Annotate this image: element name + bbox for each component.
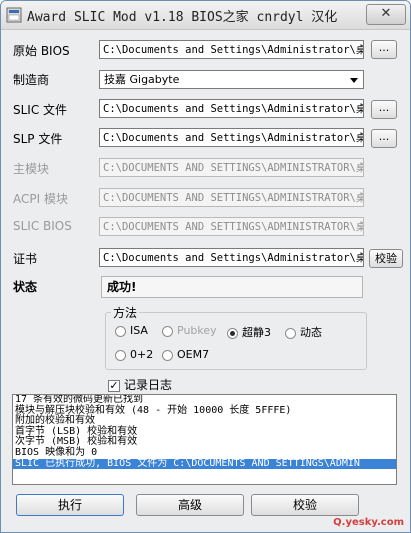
radio-label: ISA xyxy=(130,324,148,337)
title-bar: Award SLIC Mod v1.18 BIOS之家 cnrdyl 汉化 ✕ xyxy=(1,1,410,30)
radio-label: 0+2 xyxy=(130,348,154,361)
acpi-module-label: ACPI 模块 xyxy=(13,192,68,206)
radio-circle-icon xyxy=(115,349,126,361)
log-line-selected: SLIC 已执行成功, BIOS 文件为 C:\DOCUMENTS AND SE… xyxy=(13,458,396,470)
original-bios-label: 原始 BIOS xyxy=(13,44,70,58)
radio-circle-icon xyxy=(285,327,296,339)
manufacturer-label: 制造商 xyxy=(13,73,50,87)
method-radio-isa[interactable]: ISA xyxy=(115,324,148,337)
method-radio-dynamic[interactable]: 动态 xyxy=(285,324,322,340)
method-radio-pubkey: Pubkey xyxy=(162,324,217,337)
watermark-logo: Q.yesky.com xyxy=(333,517,404,528)
log-checkbox-row[interactable]: ✓ 记录日志 xyxy=(108,376,172,393)
acpi-module-field: C:\DOCUMENTS AND SETTINGS\ADMINISTRATOR\… xyxy=(99,188,364,207)
certificate-verify-button[interactable]: 校验 xyxy=(369,249,403,268)
radio-circle-icon xyxy=(162,349,173,361)
original-bios-browse-button[interactable]: ... xyxy=(371,40,397,59)
slp-file-label: SLP 文件 xyxy=(13,132,63,146)
method-radio-0plus2[interactable]: 0+2 xyxy=(115,348,153,361)
app-icon xyxy=(6,7,22,23)
slic-bios-field: C:\DOCUMENTS AND SETTINGS\ADMINISTRATOR\… xyxy=(99,217,364,236)
log-output[interactable]: 17 条有效的微码更新已找到 模块与解压块校验和有效 (48 - 开始 1000… xyxy=(12,394,397,485)
radio-label: 超静3 xyxy=(242,326,271,339)
run-button[interactable]: 执行 xyxy=(16,494,124,516)
manufacturer-value: 技嘉 Gigabyte xyxy=(104,73,180,86)
radio-circle-icon xyxy=(162,325,173,337)
radio-label: Pubkey xyxy=(177,324,217,337)
status-label: 状态 xyxy=(13,280,38,294)
radio-label: OEM7 xyxy=(177,348,210,361)
advanced-button[interactable]: 高级 xyxy=(136,494,244,516)
slp-file-browse-button[interactable]: ... xyxy=(371,129,397,148)
slic-file-browse-button[interactable]: ... xyxy=(371,100,397,119)
slp-file-field[interactable]: C:\Documents and Settings\Administrator\… xyxy=(99,128,364,147)
window-title: Award SLIC Mod v1.18 BIOS之家 cnrdyl 汉化 xyxy=(27,10,338,25)
method-radio-chaojing3[interactable]: 超静3 xyxy=(227,324,271,340)
close-button[interactable]: ✕ xyxy=(366,4,406,25)
slic-bios-label: SLIC BIOS xyxy=(13,219,72,233)
slic-file-field[interactable]: C:\Documents and Settings\Administrator\… xyxy=(99,99,364,118)
certificate-label: 证书 xyxy=(13,252,38,266)
main-module-label: 主模块 xyxy=(13,162,50,176)
app-window: Award SLIC Mod v1.18 BIOS之家 cnrdyl 汉化 ✕ … xyxy=(0,0,411,533)
method-groupbox xyxy=(105,312,367,370)
manufacturer-select[interactable]: 技嘉 Gigabyte xyxy=(99,70,364,89)
radio-selected-icon xyxy=(227,327,238,339)
radio-circle-icon xyxy=(115,325,126,337)
original-bios-field[interactable]: C:\Documents and Settings\Administrator\… xyxy=(99,40,364,59)
log-line: BIOS 映像和为 0 xyxy=(15,446,98,458)
method-radio-oem7[interactable]: OEM7 xyxy=(162,348,209,361)
method-group-title: 方法 xyxy=(111,304,140,321)
log-line: 17 条有效的微码更新已找到 xyxy=(15,394,144,405)
log-checkbox-label: 记录日志 xyxy=(124,378,173,392)
status-field: 成功! xyxy=(101,276,363,298)
certificate-field[interactable]: C:\Documents and Settings\Administrator\… xyxy=(99,248,364,267)
chevron-down-icon xyxy=(350,78,358,83)
radio-label: 动态 xyxy=(300,326,322,339)
main-module-field: C:\DOCUMENTS AND SETTINGS\ADMINISTRATOR\… xyxy=(99,158,364,177)
check-icon[interactable]: ✓ xyxy=(108,379,120,392)
slic-file-label: SLIC 文件 xyxy=(13,103,68,117)
verify-button[interactable]: 校验 xyxy=(251,494,359,516)
